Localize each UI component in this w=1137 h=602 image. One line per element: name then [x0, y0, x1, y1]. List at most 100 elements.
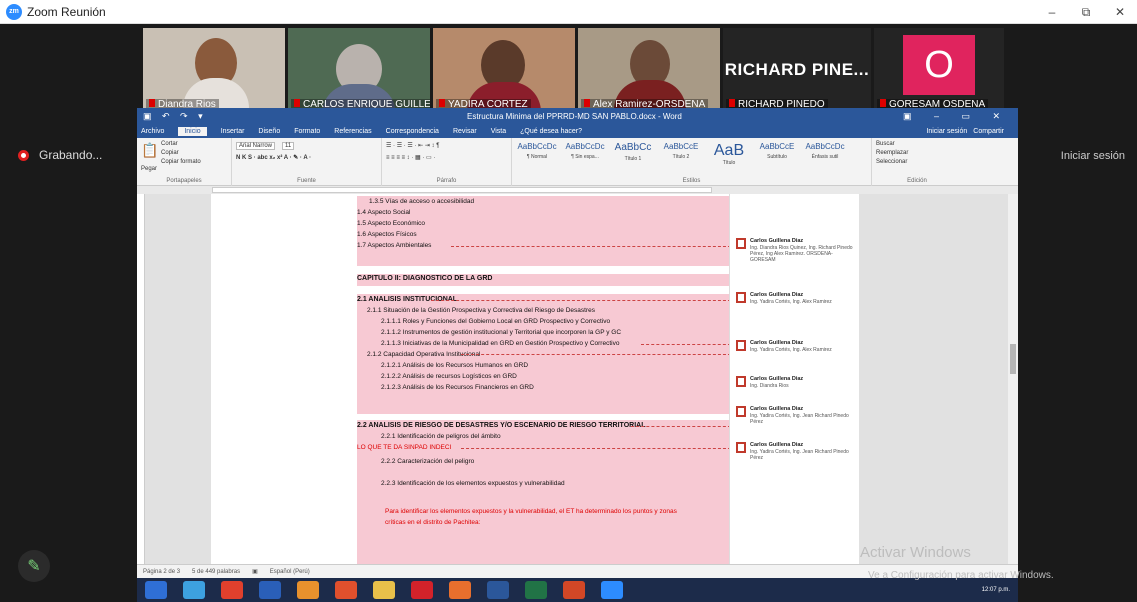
- participant-display-name: RICHARD PINE...: [724, 60, 870, 79]
- comment-text: Ing. Diandra Rios: [750, 383, 789, 389]
- pencil-icon[interactable]: ✎: [18, 550, 50, 582]
- ribbon: 📋 Pegar Cortar Copiar Copiar formato Por…: [137, 138, 1018, 186]
- group-label: Fuente: [297, 178, 316, 184]
- proofing-icon[interactable]: ▣: [252, 568, 258, 575]
- word-signin-link[interactable]: Iniciar sesión: [926, 128, 967, 135]
- comment-text: Ing. Diandra Rios Quinez, Ing. Richard P…: [750, 245, 853, 263]
- folder-icon[interactable]: [373, 581, 395, 599]
- tab-vista[interactable]: Vista: [491, 128, 506, 135]
- clock[interactable]: 12:07 p.m.: [982, 587, 1010, 593]
- word-window-controls[interactable]: ▣ – ▭ ✕: [903, 111, 1010, 122]
- editing-group: Buscar Reemplazar Seleccionar Edición: [872, 138, 962, 186]
- doc-line: 2.1.1.1 Roles y Funciones del Gobierno L…: [381, 318, 611, 325]
- style-subtle-emphasis[interactable]: AaBbCcDc Énfasis sutil: [802, 142, 848, 160]
- comment-author-icon: [736, 376, 746, 387]
- participant-tile[interactable]: RICHARD PINE... RICHARD PINEDO: [723, 28, 871, 112]
- word-icon[interactable]: [487, 581, 509, 599]
- document-area[interactable]: 1.3.5 Vías de acceso o accesibilidad 1.4…: [137, 194, 1018, 564]
- doc-line: 2.1.1 Situación de la Gestión Prospectiv…: [367, 307, 595, 314]
- style-no-spacing[interactable]: AaBbCcDc ¶ Sin espa...: [562, 142, 608, 160]
- tab-insertar[interactable]: Insertar: [221, 128, 245, 135]
- doc-heading: CAPITULO II: DIAGNOSTICO DE LA GRD: [357, 275, 493, 282]
- styles-group: AaBbCcDc ¶ Normal AaBbCcDc ¶ Sin espa... A…: [512, 138, 872, 186]
- bold-button[interactable]: N K S · abc x₂ x² A · ✎ · A ·: [236, 154, 311, 161]
- doc-line: 2.1.1.2 Instrumentos de gestión instituc…: [381, 329, 622, 336]
- style-heading1[interactable]: AaBbCc Título 1: [610, 142, 656, 162]
- participant-tile[interactable]: YADIRA CORTEZ: [433, 28, 575, 112]
- zoom-icon[interactable]: [601, 581, 623, 599]
- participant-tile[interactable]: O GORESAM OSDENA: [874, 28, 1004, 112]
- outlook-icon[interactable]: [259, 581, 281, 599]
- group-label: Edición: [907, 178, 927, 184]
- restore-button[interactable]: ⧉: [1069, 0, 1103, 24]
- select-button[interactable]: Seleccionar: [876, 159, 907, 165]
- tab-revisar[interactable]: Revisar: [453, 128, 477, 135]
- participant-strip: Diandra Rios CARLOS ENRIQUE GUILLE... YA…: [143, 28, 1004, 112]
- zoom-signin-link[interactable]: Iniciar sesión: [1061, 150, 1125, 162]
- word-count[interactable]: 5 de 449 palabras: [192, 569, 240, 575]
- comment-author: Carlos Guillena Diaz: [750, 406, 804, 412]
- paragraph-group: ☰ · ☰ · ☰ · ⇤ ⇥ ↕ ¶ ≡ ≡ ≡ ≡ ↕ · ▦ · ▭ · …: [382, 138, 512, 186]
- comment-author-icon: [736, 238, 746, 249]
- align-buttons[interactable]: ≡ ≡ ≡ ≡ ↕ · ▦ · ▭ ·: [386, 154, 435, 161]
- tab-correspondencia[interactable]: Correspondencia: [386, 128, 439, 135]
- opera-icon[interactable]: [335, 581, 357, 599]
- paste-button[interactable]: Pegar: [141, 166, 157, 172]
- find-button[interactable]: Buscar: [876, 141, 895, 147]
- participant-tile[interactable]: Diandra Rios: [143, 28, 285, 112]
- zoom-title-bar: zm Zoom Reunión – ⧉ ✕: [0, 0, 1137, 24]
- powerpoint-icon[interactable]: [563, 581, 585, 599]
- minimize-button[interactable]: –: [1035, 0, 1069, 24]
- tab-diseno[interactable]: Diseño: [258, 128, 280, 135]
- close-button[interactable]: ✕: [1103, 0, 1137, 24]
- quick-access-toolbar[interactable]: ▣ ↶ ↷ ▾: [143, 111, 207, 122]
- document-page[interactable]: 1.3.5 Vías de acceso o accesibilidad 1.4…: [211, 194, 859, 564]
- doc-line: 2.1.1.3 Iniciativas de la Municipalidad …: [381, 340, 620, 347]
- cut-button[interactable]: Cortar: [161, 141, 178, 147]
- tab-archivo[interactable]: Archivo: [141, 128, 164, 135]
- comment-author-icon: [736, 442, 746, 453]
- style-title[interactable]: AaB Título: [706, 142, 752, 166]
- horizontal-ruler[interactable]: [137, 186, 1018, 194]
- doc-heading: 2.2 ANALISIS DE RIESGO DE DESASTRES Y/O …: [357, 422, 646, 429]
- style-subtitle[interactable]: AaBbCcE Subtítulo: [754, 142, 800, 160]
- copy-button[interactable]: Copiar: [161, 150, 179, 156]
- list-buttons[interactable]: ☰ · ☰ · ☰ · ⇤ ⇥ ↕ ¶: [386, 142, 439, 149]
- participant-avatar: O: [903, 35, 975, 95]
- chrome-icon[interactable]: [221, 581, 243, 599]
- tab-referencias[interactable]: Referencias: [334, 128, 371, 135]
- format-painter-button[interactable]: Copiar formato: [161, 159, 201, 165]
- participant-tile[interactable]: CARLOS ENRIQUE GUILLE...: [288, 28, 430, 112]
- start-icon[interactable]: [145, 581, 167, 599]
- media-icon[interactable]: [297, 581, 319, 599]
- comment-text: Ing. Yadira Cortés, Ing. Alex Ramirez: [750, 299, 832, 305]
- excel-icon[interactable]: [525, 581, 547, 599]
- tab-formato[interactable]: Formato: [294, 128, 320, 135]
- font-size-select[interactable]: 11: [282, 142, 295, 150]
- comment-text: Ing. Yadira Cortés, Ing. Alex Ramirez: [750, 347, 832, 353]
- acrobat-icon[interactable]: [411, 581, 433, 599]
- recording-indicator[interactable]: Grabando...: [18, 148, 102, 162]
- ie-icon[interactable]: [183, 581, 205, 599]
- activation-watermark: Activar Windows: [860, 544, 971, 561]
- font-name-select[interactable]: Arial Narrow: [236, 142, 276, 150]
- style-heading2[interactable]: AaBbCcE Título 2: [658, 142, 704, 160]
- participant-tile[interactable]: Alex Ramirez-ORSDENA: [578, 28, 720, 112]
- tab-inicio[interactable]: Inicio: [178, 126, 207, 136]
- doc-line: 1.3.5 Vías de acceso o accesibilidad: [369, 198, 475, 205]
- window-title: Zoom Reunión: [27, 4, 106, 19]
- doc-line: 2.1.2.2 Análisis de recursos Logísticos …: [381, 373, 517, 380]
- style-normal[interactable]: AaBbCcDc ¶ Normal: [514, 142, 560, 160]
- replace-button[interactable]: Reemplazar: [876, 150, 908, 156]
- page-count[interactable]: Página 2 de 3: [143, 569, 180, 575]
- paste-icon[interactable]: 📋: [141, 142, 158, 159]
- vertical-ruler[interactable]: [137, 194, 145, 564]
- share-button[interactable]: Compartir: [973, 128, 1004, 135]
- doc-line: 2.2.2 Caracterización del peligro: [381, 458, 475, 465]
- language-indicator[interactable]: Español (Perú): [270, 569, 310, 575]
- shared-screen-word-window: ▣ ↶ ↷ ▾ Estructura Minima del PPRRD-MD S…: [137, 108, 1018, 578]
- vertical-scrollbar[interactable]: [1008, 194, 1018, 564]
- firefox-icon[interactable]: [449, 581, 471, 599]
- tell-me-search[interactable]: ¿Qué desea hacer?: [520, 128, 582, 135]
- doc-line: 2.1.2.3 Análisis de los Recursos Financi…: [381, 384, 534, 391]
